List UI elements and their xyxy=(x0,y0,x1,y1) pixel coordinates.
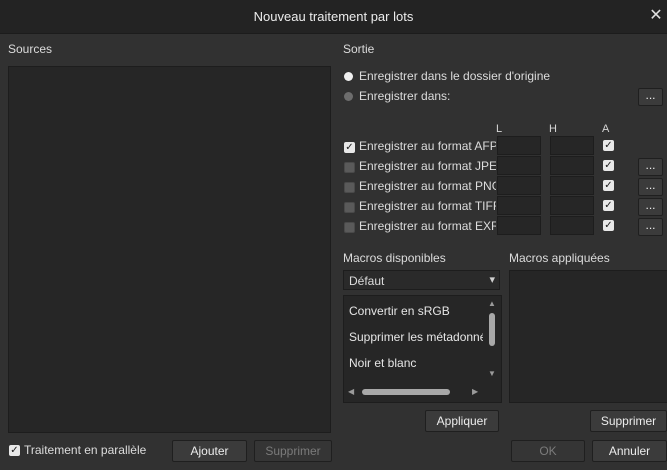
horizontal-scroll-thumb[interactable] xyxy=(362,389,450,395)
macro-category-dropdown[interactable]: Défaut ▾ xyxy=(343,270,500,290)
column-a-header: A xyxy=(602,123,610,135)
radio-save-custom[interactable] xyxy=(344,92,353,101)
check-icon: ✓ xyxy=(604,160,613,171)
add-source-button[interactable]: Ajouter xyxy=(172,440,247,462)
format-label-clip: Enregistrer au format PNG xyxy=(359,179,496,195)
check-icon: ✓ xyxy=(604,140,613,151)
dialog-title: Nouveau traitement par lots xyxy=(253,9,414,24)
format-label-clip: Enregistrer au format EXR xyxy=(359,219,496,235)
radio-save-origin[interactable] xyxy=(344,72,353,81)
horizontal-scrollbar[interactable]: ◀ ▶ xyxy=(344,384,484,400)
check-icon: ✓ xyxy=(604,180,613,191)
format-enable-checkbox[interactable]: ✓ xyxy=(344,142,355,153)
radio-save-custom-label: Enregistrer dans: xyxy=(359,89,451,103)
format-label: Enregistrer au format AFPhoto xyxy=(359,139,496,153)
applied-macros-list[interactable] xyxy=(509,270,667,403)
format-label: Enregistrer au format PNG xyxy=(359,179,496,193)
macro-item-black-white[interactable]: Noir et blanc xyxy=(349,356,416,370)
format-options-button[interactable]: ... xyxy=(638,158,663,176)
format-enable-checkbox[interactable] xyxy=(344,222,355,233)
width-field[interactable] xyxy=(497,176,541,195)
cancel-button[interactable]: Annuler xyxy=(592,440,667,462)
scroll-right-icon[interactable]: ▶ xyxy=(472,388,478,396)
height-field[interactable] xyxy=(550,176,594,195)
vertical-scrollbar[interactable]: ▲ ▼ xyxy=(484,296,500,384)
height-field[interactable] xyxy=(550,156,594,175)
output-label: Sortie xyxy=(343,42,375,56)
format-label-clip: Enregistrer au format AFPhoto xyxy=(359,139,496,155)
format-options-button[interactable]: ... xyxy=(638,178,663,196)
aspect-lock-checkbox[interactable]: ✓ xyxy=(603,200,614,211)
width-field[interactable] xyxy=(497,156,541,175)
macro-category-value: Défaut xyxy=(349,274,385,288)
macro-item-convert-srgb[interactable]: Convertir en sRGB xyxy=(349,304,450,318)
column-width-header: L xyxy=(496,123,503,135)
height-field[interactable] xyxy=(550,136,594,155)
width-field[interactable] xyxy=(497,136,541,155)
ok-button[interactable]: OK xyxy=(511,440,585,462)
radio-save-origin-label: Enregistrer dans le dossier d'origine xyxy=(359,69,551,83)
aspect-lock-checkbox[interactable]: ✓ xyxy=(603,160,614,171)
format-enable-checkbox[interactable] xyxy=(344,162,355,173)
format-options-button[interactable]: ... xyxy=(638,198,663,216)
format-options-button[interactable]: ... xyxy=(638,218,663,236)
vertical-scroll-thumb[interactable] xyxy=(489,313,495,346)
parallel-processing-checkbox[interactable]: ✓ xyxy=(9,445,20,456)
format-label: Enregistrer au format EXR xyxy=(359,219,496,233)
available-macros-list[interactable]: Convertir en sRGB Supprimer les métadonn… xyxy=(343,295,502,403)
width-field[interactable] xyxy=(497,196,541,215)
check-icon: ✓ xyxy=(604,200,613,211)
format-label-clip: Enregistrer au format JPEG xyxy=(359,159,496,175)
format-label: Enregistrer au format TIFF xyxy=(359,199,496,213)
close-icon[interactable]: ✕ xyxy=(647,7,665,25)
check-icon: ✓ xyxy=(345,142,354,153)
format-label: Enregistrer au format JPEG xyxy=(359,159,496,173)
height-field[interactable] xyxy=(550,196,594,215)
remove-macro-button[interactable]: Supprimer xyxy=(590,410,667,432)
remove-source-button[interactable]: Supprimer xyxy=(254,440,332,462)
scroll-up-icon[interactable]: ▲ xyxy=(488,300,496,308)
applied-macros-label: Macros appliquées xyxy=(509,251,610,265)
apply-macro-button[interactable]: Appliquer xyxy=(425,410,499,432)
sources-list[interactable] xyxy=(8,66,331,433)
check-icon: ✓ xyxy=(604,220,613,231)
format-enable-checkbox[interactable] xyxy=(344,182,355,193)
format-enable-checkbox[interactable] xyxy=(344,202,355,213)
chevron-down-icon: ▾ xyxy=(489,274,495,286)
column-height-header: H xyxy=(549,123,557,135)
aspect-lock-checkbox[interactable]: ✓ xyxy=(603,140,614,151)
macro-item-strip-metadata[interactable]: Supprimer les métadonnées xyxy=(349,330,483,344)
sources-label: Sources xyxy=(8,42,53,56)
aspect-lock-checkbox[interactable]: ✓ xyxy=(603,220,614,231)
aspect-lock-checkbox[interactable]: ✓ xyxy=(603,180,614,191)
available-macros-label: Macros disponibles xyxy=(343,251,446,265)
parallel-processing-label: Traitement en parallèle xyxy=(24,443,147,457)
check-icon: ✓ xyxy=(10,445,19,456)
scroll-down-icon[interactable]: ▼ xyxy=(488,370,496,378)
width-field[interactable] xyxy=(497,216,541,235)
scroll-left-icon[interactable]: ◀ xyxy=(348,388,354,396)
format-label-clip: Enregistrer au format TIFF xyxy=(359,199,496,215)
browse-folder-button[interactable]: ... xyxy=(638,88,663,106)
height-field[interactable] xyxy=(550,216,594,235)
